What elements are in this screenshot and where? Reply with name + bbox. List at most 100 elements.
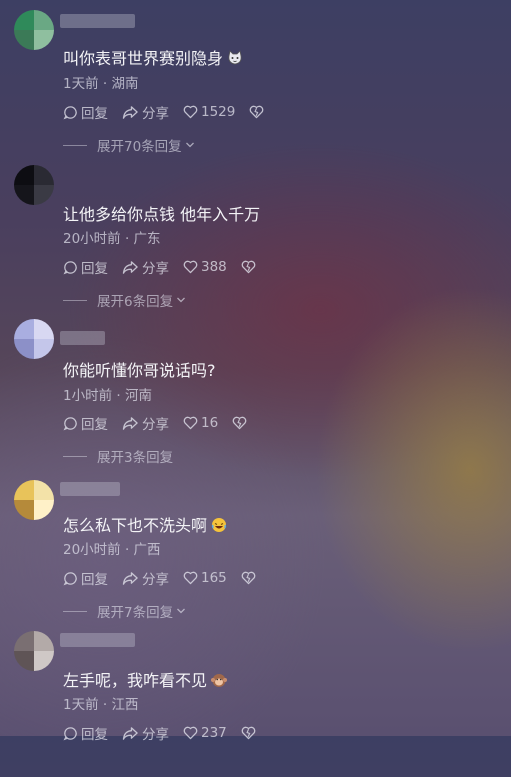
username-blurred[interactable]: [60, 633, 135, 647]
share-button[interactable]: 分享: [122, 413, 169, 433]
expand-replies-button[interactable]: 展开7条回复: [63, 603, 186, 621]
reply-label: 回复: [81, 727, 108, 743]
share-arrow-icon: [122, 260, 138, 274]
chevron-down-icon: [177, 608, 186, 614]
comment-actions: 回复 分享 1529: [63, 102, 281, 122]
broken-heart-icon: [241, 571, 256, 585]
heart-icon: [183, 260, 198, 274]
share-label: 分享: [142, 417, 169, 433]
reply-button[interactable]: 回复: [63, 723, 108, 743]
divider-line: [63, 144, 87, 146]
like-button[interactable]: 16: [183, 415, 218, 431]
reply-label: 回复: [81, 417, 108, 433]
avatar[interactable]: [14, 165, 54, 205]
like-count: 237: [201, 725, 227, 741]
expand-label: 展开70条回复: [97, 139, 182, 155]
comment-item: 让他多给你点钱 他年入千万 20小时前 · 广东 回复 分享 388 展开6条回…: [0, 155, 511, 311]
username-blurred[interactable]: [60, 331, 105, 345]
like-button[interactable]: 388: [183, 259, 227, 275]
comment-actions: 回复 分享 388: [63, 257, 273, 277]
comment-meta: 20小时前 · 广西: [63, 542, 161, 558]
reply-label: 回复: [81, 572, 108, 588]
broken-heart-icon: [241, 726, 256, 740]
avatar-pixel: [34, 185, 54, 205]
share-label: 分享: [142, 106, 169, 122]
chevron-down-icon: [185, 142, 194, 148]
comment-actions: 回复 分享 165: [63, 568, 273, 588]
comment-body: 左手呢，我咋看不见: [63, 671, 208, 690]
comment-feed: 叫你表哥世界赛别隐身 1天前 · 湖南 回复 分享 1529 展开70条回复 让…: [0, 0, 511, 743]
divider-line: [63, 299, 87, 301]
avatar[interactable]: [14, 10, 54, 50]
avatar-pixel: [34, 651, 54, 671]
share-arrow-icon: [122, 416, 138, 430]
dislike-button[interactable]: [232, 416, 250, 430]
expand-replies-button[interactable]: 展开3条回复: [63, 448, 186, 466]
share-button[interactable]: 分享: [122, 568, 169, 588]
username-blurred[interactable]: [60, 14, 135, 28]
comment-body: 怎么私下也不洗头啊: [63, 516, 208, 535]
heart-icon: [183, 105, 198, 119]
reply-label: 回复: [81, 106, 108, 122]
avatar[interactable]: [14, 319, 54, 359]
expand-replies-button[interactable]: 展开70条回复: [63, 137, 195, 155]
avatar-pixel: [14, 339, 34, 359]
expand-label: 展开3条回复: [97, 450, 174, 466]
expand-label: 展开7条回复: [97, 605, 174, 621]
avatar[interactable]: [14, 480, 54, 520]
reply-bubble-icon: [63, 416, 77, 430]
expand-replies-button[interactable]: 展开6条回复: [63, 292, 186, 310]
comment-body: 你能听懂你哥说话吗?: [63, 361, 216, 380]
share-button[interactable]: 分享: [122, 257, 169, 277]
comment-text: 让他多给你点钱 他年入千万: [63, 201, 260, 225]
like-button[interactable]: 165: [183, 570, 227, 586]
comment-meta: 20小时前 · 广东: [63, 231, 161, 247]
like-count: 16: [201, 415, 219, 431]
like-count: 1529: [201, 104, 236, 120]
expand-label: 展开6条回复: [97, 294, 174, 310]
avatar-pixel: [34, 500, 54, 520]
share-arrow-icon: [122, 726, 138, 740]
comment-item: 叫你表哥世界赛别隐身 1天前 · 湖南 回复 分享 1529 展开70条回复: [0, 0, 511, 156]
share-arrow-icon: [122, 571, 138, 585]
avatar-pixel: [34, 10, 54, 30]
avatar-pixel: [14, 10, 34, 30]
dislike-button[interactable]: [241, 571, 259, 585]
reply-button[interactable]: 回复: [63, 257, 108, 277]
comment-text: 叫你表哥世界赛别隐身: [63, 45, 243, 70]
avatar-pixel: [14, 165, 34, 185]
laughing-crying-emoji-icon: [211, 517, 227, 537]
comment-body: 让他多给你点钱 他年入千万: [63, 205, 261, 224]
comment-meta: 1天前 · 湖南: [63, 76, 139, 92]
reply-bubble-icon: [63, 105, 77, 119]
comment-text: 怎么私下也不洗头啊: [63, 512, 227, 537]
avatar[interactable]: [14, 631, 54, 671]
like-button[interactable]: 237: [183, 725, 227, 741]
reply-bubble-icon: [63, 726, 77, 740]
like-button[interactable]: 1529: [183, 104, 235, 120]
dislike-button[interactable]: [241, 260, 259, 274]
username-blurred[interactable]: [60, 482, 120, 496]
share-button[interactable]: 分享: [122, 102, 169, 122]
reply-button[interactable]: 回复: [63, 102, 108, 122]
reply-button[interactable]: 回复: [63, 413, 108, 433]
comment-text: 左手呢，我咋看不见: [63, 667, 228, 692]
share-label: 分享: [142, 261, 169, 277]
avatar-pixel: [34, 480, 54, 500]
dislike-button[interactable]: [249, 105, 267, 119]
broken-heart-icon: [250, 105, 264, 119]
comment-actions: 回复 分享 237: [63, 723, 273, 743]
heart-icon: [183, 416, 198, 430]
heart-icon: [183, 726, 198, 740]
share-arrow-icon: [122, 105, 138, 119]
share-button[interactable]: 分享: [122, 723, 169, 743]
divider-line: [63, 455, 87, 457]
dislike-button[interactable]: [241, 726, 259, 740]
chevron-down-icon: [177, 297, 186, 303]
chevron-down-icon: [176, 452, 186, 460]
monkey-face-emoji-icon: [211, 672, 228, 692]
comment-text: 你能听懂你哥说话吗?: [63, 357, 216, 381]
cat-face-emoji-icon: [227, 50, 243, 70]
reply-button[interactable]: 回复: [63, 568, 108, 588]
avatar-pixel: [34, 631, 54, 651]
